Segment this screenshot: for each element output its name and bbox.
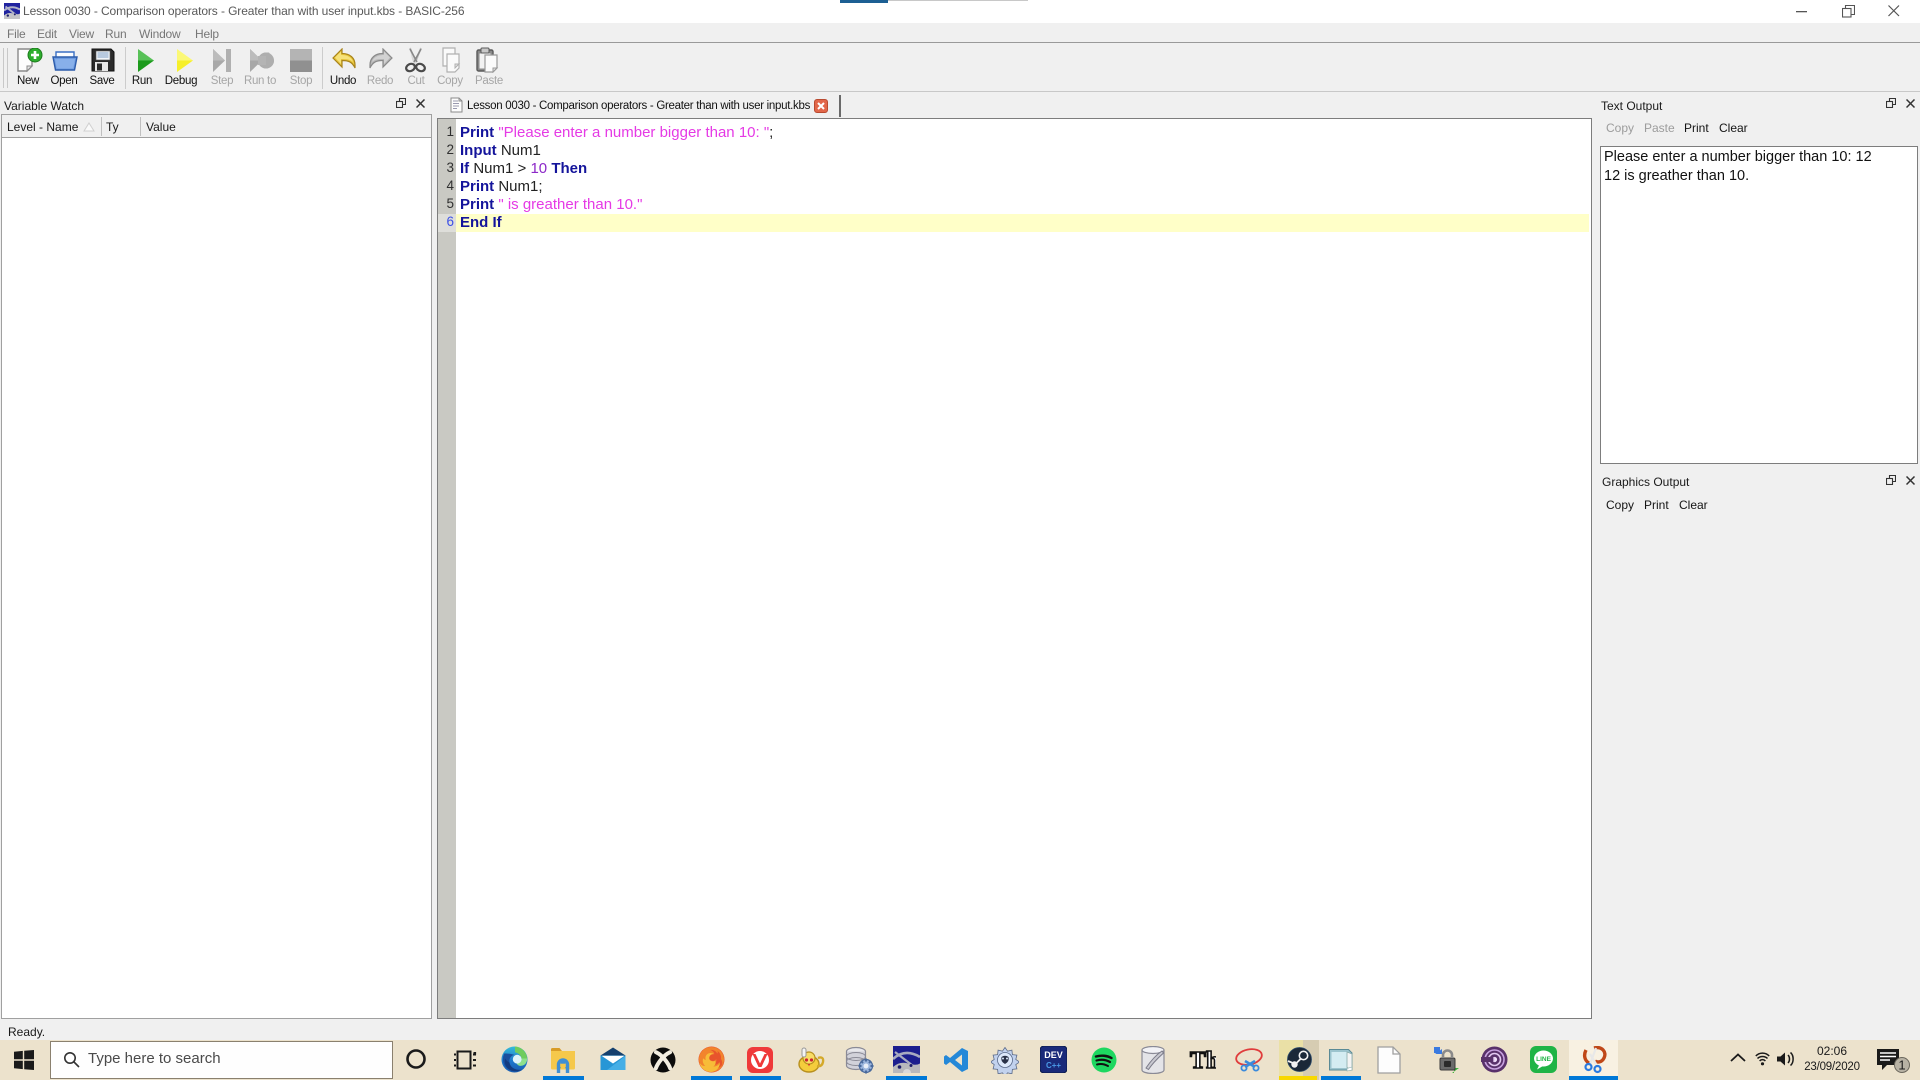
svg-text:1: 1 [1898, 1058, 1905, 1073]
svg-text:DEV: DEV [1044, 1050, 1063, 1060]
svg-text:Th: Th [1190, 1048, 1216, 1073]
svg-text:LINE: LINE [1536, 1056, 1551, 1063]
svg-text:C++: C++ [1046, 1061, 1061, 1070]
